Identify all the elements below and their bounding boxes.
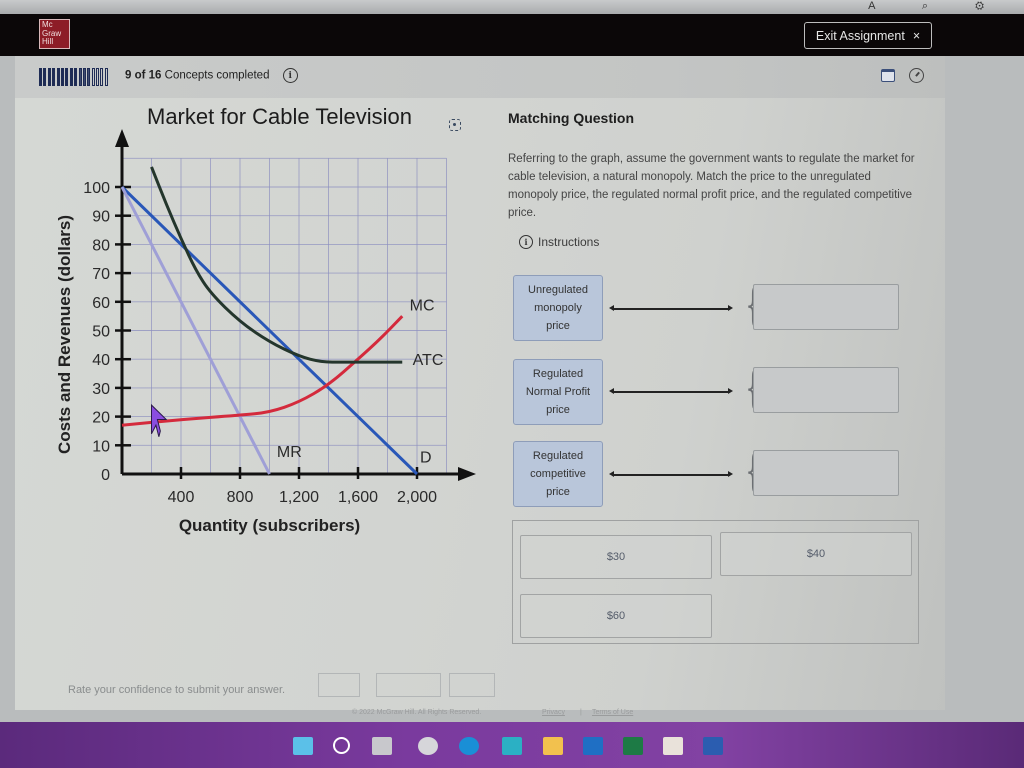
x-axis-label: Quantity (subscribers) <box>179 516 360 535</box>
instructions-label: Instructions <box>538 235 600 249</box>
progress-segment <box>65 68 69 86</box>
progress-segment <box>87 68 91 86</box>
y-tick-label: 0 <box>101 467 110 484</box>
answer-drop-zone-3[interactable] <box>753 450 899 496</box>
progress-segment <box>78 68 82 86</box>
microsoft-store-icon[interactable] <box>663 737 683 755</box>
progress-segment <box>91 68 95 86</box>
y-tick-label: 10 <box>92 438 110 455</box>
y-tick-label: 30 <box>92 381 110 398</box>
progress-segment <box>43 68 47 86</box>
progress-count: 9 of 16 <box>125 69 162 82</box>
confidence-prompt: Rate your confidence to submit your answ… <box>68 684 286 696</box>
choice-60[interactable]: $60 <box>520 594 712 638</box>
y-tick-label: 70 <box>92 266 110 283</box>
x-axis-arrow <box>458 467 476 481</box>
y-axis-arrow <box>115 129 129 147</box>
curve-mc <box>121 315 404 427</box>
match-arrow <box>609 388 733 394</box>
y-tick-label: 100 <box>83 180 110 197</box>
question-type-label: Matching Question <box>508 110 634 126</box>
outlook-icon[interactable] <box>583 737 603 755</box>
progress-text: Concepts completed <box>164 69 270 82</box>
prompt-label: Regulated competitive price <box>530 450 586 498</box>
file-explorer-icon[interactable] <box>543 737 563 755</box>
answer-drop-zone-1[interactable] <box>753 284 899 330</box>
task-view-icon[interactable] <box>372 737 392 755</box>
copyright-text: © 2022 McGraw Hill. All Rights Reserved. <box>352 709 482 716</box>
excel-icon[interactable] <box>623 737 643 755</box>
y-tick-label: 20 <box>92 410 110 427</box>
confidence-button-high[interactable] <box>449 673 495 697</box>
progress-bar-area: 9 of 16 Concepts completed i <box>15 56 945 99</box>
x-tick-label: 800 <box>227 489 254 506</box>
answer-drop-zone-2[interactable] <box>753 367 899 413</box>
prompt-label: Regulated Normal Profit price <box>525 368 591 416</box>
browser-toolbar-strip: A ⌕ ⚙ <box>0 0 1024 14</box>
chat-icon[interactable] <box>418 737 438 755</box>
info-icon[interactable]: i <box>282 68 298 83</box>
terms-link[interactable]: Terms of Use <box>592 709 633 716</box>
mcgraw-hill-logo: Mc Graw Hill <box>39 19 70 49</box>
progress-segment <box>47 68 51 86</box>
progress-label: 9 of 16 Concepts completed i <box>125 68 298 83</box>
y-tick-label: 90 <box>92 209 110 226</box>
progress-segment <box>60 68 64 86</box>
info-icon: i <box>519 235 533 249</box>
browser-toolbar-icons[interactable]: A ⌕ ⚙ <box>868 0 1006 13</box>
progress-segment <box>104 68 108 86</box>
prompt-regulated-normal-profit-price: Regulated Normal Profit price <box>513 359 603 425</box>
privacy-link[interactable]: Privacy <box>542 709 565 716</box>
match-arrow <box>609 471 733 477</box>
choice-30[interactable]: $30 <box>520 535 712 579</box>
clock-icon[interactable] <box>909 68 924 83</box>
x-tick-label: 400 <box>168 489 195 506</box>
curve-label-mc: MC <box>410 297 435 314</box>
curve-atc <box>150 166 403 364</box>
footer-divider: | <box>580 709 582 716</box>
y-axis-label: Costs and Revenues (dollars) <box>55 215 74 454</box>
progress-segment <box>39 68 42 86</box>
progress-segment <box>69 68 73 86</box>
market-chart: 0 10 20 30 40 50 60 70 80 90 100 400 800 1,200 1,600 2,… <box>55 129 476 535</box>
store-bag-icon[interactable] <box>502 737 522 755</box>
prompt-regulated-competitive-price: Regulated competitive price <box>513 441 603 507</box>
close-icon: × <box>912 28 921 43</box>
word-icon[interactable] <box>703 737 723 755</box>
confidence-button-medium[interactable] <box>376 673 441 697</box>
calendar-icon[interactable] <box>881 69 895 82</box>
y-tick-label: 50 <box>92 324 110 341</box>
x-tick-label: 1,200 <box>279 489 319 506</box>
prompt-label: Unregulated monopoly price <box>528 284 588 332</box>
curve-label-d: D <box>420 450 432 467</box>
confidence-button-low[interactable] <box>318 673 360 697</box>
start-icon[interactable] <box>293 737 313 755</box>
progress-segment <box>100 68 104 86</box>
edge-icon[interactable] <box>459 737 479 755</box>
search-icon[interactable] <box>333 737 350 754</box>
y-tick-label: 60 <box>92 295 110 312</box>
y-tick-label: 40 <box>92 352 110 369</box>
x-tick-label: 1,600 <box>338 489 378 506</box>
logo-line: Hill <box>42 37 54 46</box>
exit-assignment-label: Exit Assignment <box>815 28 905 43</box>
match-arrow <box>609 305 733 311</box>
choice-40[interactable]: $40 <box>720 532 912 576</box>
progress-segment <box>96 68 100 86</box>
progress-segment <box>82 68 86 86</box>
exit-assignment-button[interactable]: Exit Assignment × <box>804 22 932 49</box>
x-tick-label: 2,000 <box>397 489 437 506</box>
progress-segment <box>52 68 56 86</box>
y-tick-label: 80 <box>92 237 110 254</box>
prompt-unregulated-monopoly-price: Unregulated monopoly price <box>513 275 603 341</box>
question-text: Referring to the graph, assume the gover… <box>508 153 915 219</box>
concepts-progress-meter <box>39 68 108 86</box>
progress-segment <box>74 68 78 86</box>
curve-label-atc: ATC <box>413 352 444 369</box>
curve-label-mr: MR <box>277 444 302 461</box>
progress-segment <box>56 68 60 86</box>
instructions-link[interactable]: i Instructions <box>519 235 599 249</box>
